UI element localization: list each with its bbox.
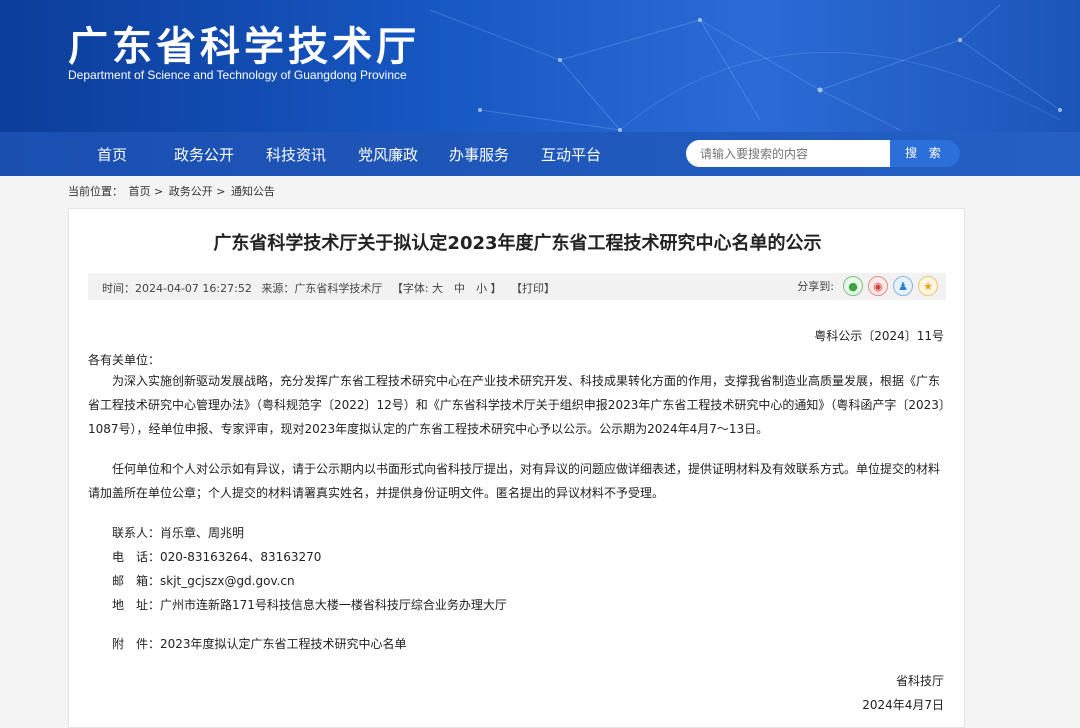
breadcrumb-label: 当前位置：: [68, 185, 123, 198]
nav-item-integrity[interactable]: 党风廉政: [358, 144, 418, 165]
nav-item-gov-affairs[interactable]: 政务公开: [174, 144, 234, 165]
breadcrumb-separator: >: [154, 185, 164, 198]
contact-phone-label: 电 话：: [112, 550, 161, 564]
site-subtitle: Department of Science and Technology of …: [68, 68, 407, 82]
site-title: 广东省科学技术厅: [68, 24, 420, 70]
qq-icon[interactable]: ♟: [893, 276, 913, 296]
contact-phone: 电 话：020-83163264、83163270: [112, 548, 321, 565]
signoff-date: 2024年4月7日: [862, 698, 944, 712]
attachment-link[interactable]: 2023年度拟认定广东省工程技术研究中心名单: [160, 637, 407, 651]
salutation: 各有关单位：: [88, 353, 161, 367]
article-card: 广东省科学技术厅关于拟认定2023年度广东省工程技术研究中心名单的公示 时间：2…: [68, 208, 965, 728]
article-meta-bar: 时间：2024-04-07 16:27:52 来源：广东省科学技术厅 【字体: …: [88, 273, 946, 300]
font-size-controls[interactable]: 【字体: 大 中 小 】: [392, 282, 502, 295]
paragraph-2: 任何单位和个人对公示如有异议，请于公示期内以书面形式向省科技厅提出，对有异议的问…: [88, 462, 941, 500]
breadcrumb-separator: >: [216, 185, 226, 198]
weibo-icon[interactable]: ◉: [868, 276, 888, 296]
breadcrumb: 当前位置： 首页 > 政务公开 > 通知公告: [68, 183, 275, 199]
site-banner: 广东省科学技术厅 Department of Science and Techn…: [0, 0, 1080, 132]
print-link[interactable]: 【打印】: [511, 282, 555, 295]
contact-email-value: skjt_gcjszx@gd.gov.cn: [160, 574, 295, 588]
contact-person: 联系人：肖乐章、周兆明: [112, 524, 244, 541]
share-bar: 分享到: ● ◉ ♟ ★: [797, 276, 938, 296]
nav-item-services[interactable]: 办事服务: [449, 144, 509, 165]
article-title: 广东省科学技术厅关于拟认定2023年度广东省工程技术研究中心名单的公示: [213, 233, 822, 254]
nav-item-interaction[interactable]: 互动平台: [541, 144, 601, 165]
breadcrumb-notices[interactable]: 通知公告: [231, 185, 275, 198]
contact-address-label: 地 址：: [112, 598, 161, 612]
breadcrumb-home[interactable]: 首页: [129, 185, 151, 198]
attachment: 附 件：2023年度拟认定广东省工程技术研究中心名单: [112, 635, 407, 652]
share-label: 分享到:: [797, 280, 834, 293]
contact-phone-value: 020-83163264、83163270: [160, 550, 322, 564]
wechat-icon[interactable]: ●: [843, 276, 863, 296]
search-button[interactable]: 搜 索: [890, 140, 960, 167]
paragraph-1: 为深入实施创新驱动发展战略，充分发挥广东省工程技术研究中心在产业技术研究开发、科…: [88, 374, 945, 436]
qzone-icon[interactable]: ★: [918, 276, 938, 296]
contact-email-label: 邮 箱：: [112, 574, 161, 588]
publish-time: 时间：2024-04-07 16:27:52: [102, 282, 252, 295]
main-nav: 首页 政务公开 科技资讯 党风廉政 办事服务 互动平台 搜 索: [0, 132, 1080, 176]
contact-person-value: 肖乐章、周兆明: [160, 526, 245, 540]
search-input[interactable]: [686, 140, 890, 167]
attachment-label: 附 件：: [112, 637, 161, 651]
signoff-org: 省科技厅: [895, 674, 944, 688]
contact-address-value: 广州市连新路171号科技信息大楼一楼省科技厅综合业务办理大厅: [160, 598, 507, 612]
article-source: 来源：广东省科学技术厅: [261, 282, 383, 295]
document-number: 粤科公示〔2024〕11号: [814, 329, 944, 343]
contact-email: 邮 箱：skjt_gcjszx@gd.gov.cn: [112, 572, 295, 589]
contact-address: 地 址：广州市连新路171号科技信息大楼一楼省科技厅综合业务办理大厅: [112, 596, 507, 613]
nav-item-sci-news[interactable]: 科技资讯: [266, 144, 326, 165]
contact-person-label: 联系人：: [112, 526, 161, 540]
nav-item-home[interactable]: 首页: [97, 144, 127, 165]
breadcrumb-gov-affairs[interactable]: 政务公开: [169, 185, 213, 198]
